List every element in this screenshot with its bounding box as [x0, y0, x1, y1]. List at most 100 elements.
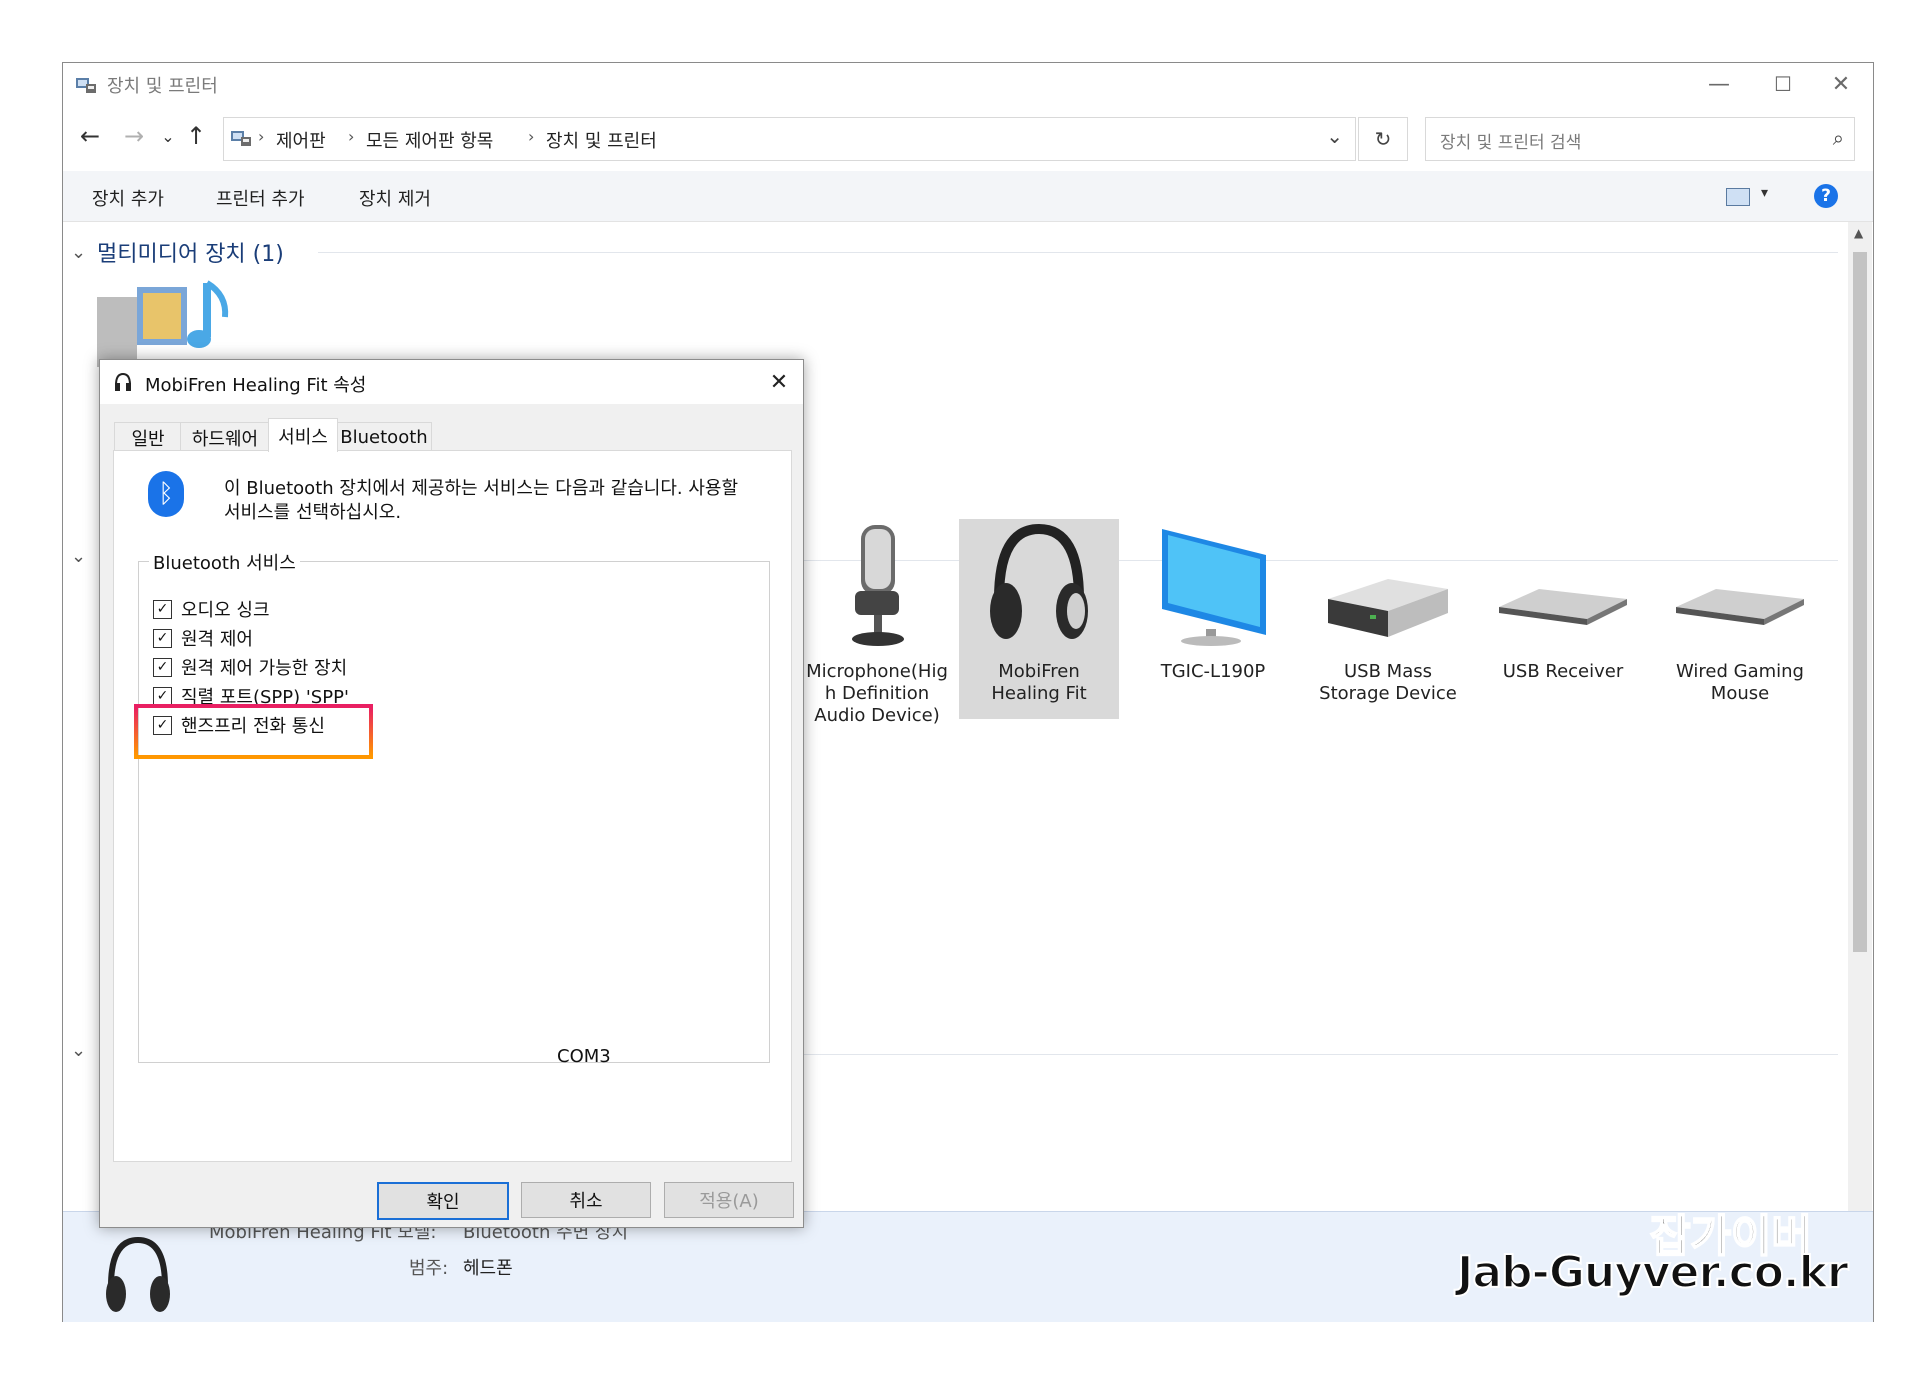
watermark-url: Jab-Guyver.co.kr [1456, 1246, 1850, 1299]
group-header-multimedia[interactable]: 멀티미디어 장치 (1) [97, 236, 284, 268]
close-icon: ✕ [1831, 71, 1851, 97]
address-path[interactable]: › 제어판 › 모든 제어판 항목 › 장치 및 프린터 ⌄ [223, 117, 1356, 161]
change-view-icon[interactable] [1726, 188, 1750, 206]
checkbox[interactable]: ✓ [153, 599, 172, 619]
refresh-button[interactable]: ↻ [1358, 117, 1408, 161]
minimize-icon: — [1708, 71, 1730, 97]
title-bar: 장치 및 프린터 — ☐ ✕ [63, 63, 1873, 105]
minimize-button[interactable]: — [1687, 63, 1751, 105]
monitor-icon [1162, 529, 1266, 646]
add-device-button[interactable]: 장치 추가 [92, 185, 164, 211]
serial-port-com: COM3 [557, 1046, 611, 1067]
services-legend: Bluetooth 서비스 [149, 549, 300, 575]
device-wired-gaming-mouse[interactable]: Wired Gaming Mouse [1660, 519, 1820, 705]
details-category-value: 헤드폰 [463, 1258, 513, 1279]
service-label: 오디오 싱크 [181, 600, 270, 621]
check-icon: ✓ [156, 659, 169, 675]
help-icon: ? [1821, 186, 1831, 206]
device-monitor[interactable]: TGIC-L190P [1133, 519, 1293, 683]
maximize-icon: ☐ [1774, 72, 1792, 96]
device-label: Microphone(Hig [806, 661, 948, 682]
media-device-icon [97, 280, 229, 367]
microphone-icon [852, 525, 904, 646]
close-button[interactable]: ✕ [1809, 63, 1873, 105]
chevron-down-icon[interactable]: ⌄ [71, 242, 86, 263]
add-printer-button[interactable]: 프린터 추가 [216, 185, 305, 211]
headphones-icon [115, 372, 131, 391]
address-dropdown-icon[interactable]: ⌄ [1326, 124, 1343, 148]
forward-button[interactable]: → [117, 119, 151, 153]
service-item-remote-controllable[interactable]: ✓ 원격 제어 가능한 장치 [153, 654, 347, 680]
device-usb-storage[interactable]: USB Mass Storage Device [1308, 519, 1468, 705]
remove-device-button[interactable]: 장치 제거 [359, 185, 431, 211]
forward-arrow-icon: → [123, 122, 145, 150]
scrollbar-thumb[interactable] [1853, 252, 1867, 952]
details-category-label: 범주: [409, 1258, 449, 1279]
device-label: USB Mass [1344, 661, 1432, 682]
dialog-tabs: 일반 하드웨어 서비스 Bluetooth [114, 418, 789, 453]
device-microphone[interactable]: Microphone(Hig h Definition Audio Device) [797, 519, 957, 727]
tab-bluetooth[interactable]: Bluetooth [336, 422, 432, 453]
apply-button[interactable]: 적용(A) [664, 1182, 794, 1218]
ok-button[interactable]: 확인 [377, 1182, 509, 1220]
search-box[interactable]: 장치 및 프린터 검색 ⌕ [1425, 117, 1855, 161]
search-icon[interactable]: ⌕ [1833, 126, 1844, 150]
headphones-icon [990, 523, 1088, 639]
device-label: Mouse [1710, 683, 1770, 704]
highlight-box [134, 704, 373, 759]
chevron-down-icon[interactable]: ⌄ [71, 546, 86, 567]
cancel-button[interactable]: 취소 [521, 1182, 651, 1218]
device-label: TGIC-L190P [1160, 661, 1266, 682]
breadcrumb-control-panel[interactable]: 제어판 [276, 127, 326, 153]
description-line1: 이 Bluetooth 장치에서 제공하는 서비스는 다음과 같습니다. 사용할 [224, 478, 739, 499]
headphones-icon [106, 1236, 170, 1312]
device-usb-receiver[interactable]: USB Receiver [1483, 519, 1643, 683]
vertical-scrollbar[interactable]: ▲ ▼ [1848, 222, 1872, 1269]
keyboard-icon [1676, 589, 1804, 625]
chevron-down-icon[interactable]: ⌄ [71, 1040, 86, 1061]
tab-hardware[interactable]: 하드웨어 [180, 422, 270, 453]
search-placeholder: 장치 및 프린터 검색 [1440, 133, 1582, 153]
services-tab-panel: ᛒ 이 Bluetooth 장치에서 제공하는 서비스는 다음과 같습니다. 사… [113, 450, 792, 1162]
service-item-remote-control[interactable]: ✓ 원격 제어 [153, 625, 253, 651]
devices-printers-icon [76, 78, 96, 93]
bluetooth-services-group: Bluetooth 서비스 ✓ 오디오 싱크 ✓ 원격 제어 ✓ 원격 제어 가… [138, 549, 770, 1063]
device-label: h Definition [824, 683, 930, 704]
window-title: 장치 및 프린터 [107, 76, 218, 97]
view-dropdown-icon[interactable]: ▾ [1761, 185, 1768, 201]
device-label: Storage Device [1319, 683, 1457, 704]
check-icon: ✓ [156, 630, 169, 646]
command-bar: 장치 추가 프린터 추가 장치 제거 ▾ ? [63, 171, 1873, 222]
device-label: MobiFren [998, 661, 1080, 682]
breadcrumb-separator: › [258, 127, 265, 146]
refresh-icon: ↻ [1374, 127, 1392, 151]
service-item-audio-sink[interactable]: ✓ 오디오 싱크 [153, 596, 270, 622]
check-icon: ✓ [156, 601, 169, 617]
up-button[interactable]: ↑ [179, 119, 213, 153]
tab-general[interactable]: 일반 [114, 422, 182, 453]
tab-services[interactable]: 서비스 [268, 418, 338, 452]
checkbox[interactable]: ✓ [153, 657, 172, 677]
breadcrumb-devices-printers[interactable]: 장치 및 프린터 [546, 127, 657, 153]
scroll-up-icon[interactable]: ▲ [1854, 226, 1863, 240]
checkbox[interactable]: ✓ [153, 628, 172, 648]
breadcrumb-separator: › [348, 127, 355, 146]
service-label: 원격 제어 가능한 장치 [181, 658, 348, 679]
back-button[interactable]: ← [73, 119, 107, 153]
breadcrumb-separator: › [528, 127, 535, 146]
help-button[interactable]: ? [1814, 184, 1838, 208]
breadcrumb-all-items[interactable]: 모든 제어판 항목 [366, 127, 493, 153]
dialog-close-button[interactable]: ✕ [761, 364, 797, 400]
address-bar-row: ← → ⌄ ↑ › 제어판 › 모든 제어판 항목 › 장치 및 프린터 ⌄ ↻… [63, 105, 1873, 169]
close-icon: ✕ [769, 369, 789, 395]
device-mobifren[interactable]: MobiFren Healing Fit [959, 519, 1119, 719]
device-label: Wired Gaming [1676, 661, 1804, 682]
maximize-button[interactable]: ☐ [1751, 63, 1815, 105]
services-description: 이 Bluetooth 장치에서 제공하는 서비스는 다음과 같습니다. 사용할… [224, 477, 774, 525]
group-divider [318, 252, 1838, 253]
back-arrow-icon: ← [79, 122, 101, 150]
checkbox[interactable]: ✓ [153, 686, 172, 706]
keyboard-icon [1499, 589, 1627, 625]
chevron-down-icon: ⌄ [161, 126, 175, 146]
dialog-title: MobiFren Healing Fit 속성 [145, 375, 367, 396]
